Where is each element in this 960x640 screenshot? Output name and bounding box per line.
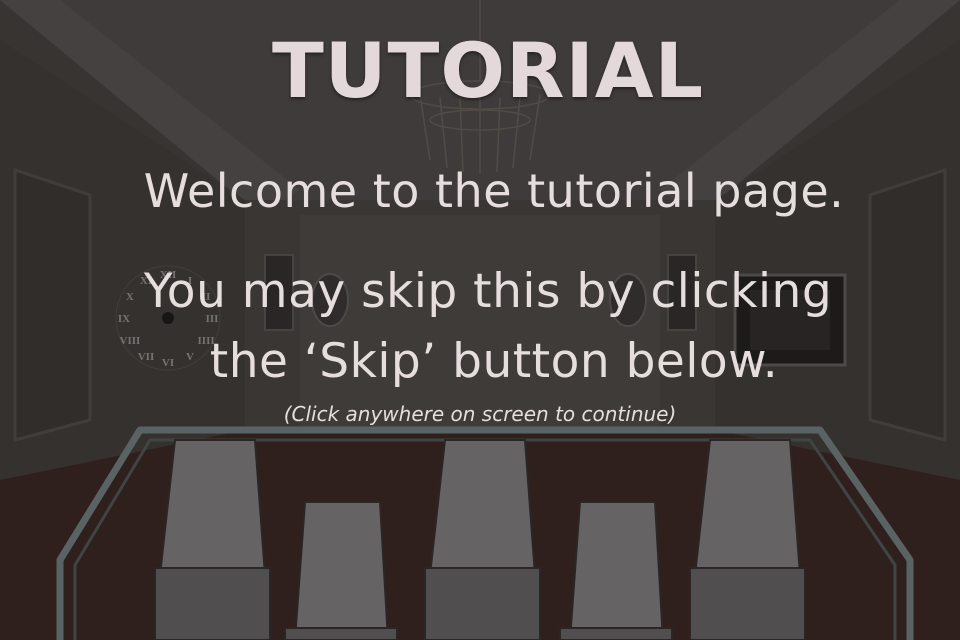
skip-instruction-line-1: You may skip this by clicking bbox=[143, 264, 833, 319]
continue-hint: (Click anywhere on screen to continue) bbox=[283, 402, 677, 426]
welcome-text: Welcome to the tutorial page. bbox=[143, 164, 845, 218]
tutorial-screen[interactable]: XIIIIIIIIIIIIVVIVIIVIIIIXXXI bbox=[0, 0, 960, 640]
skip-instruction-line-2: the ‘Skip’ button below. bbox=[209, 334, 779, 389]
tutorial-title: TUTORIAL bbox=[271, 26, 705, 115]
